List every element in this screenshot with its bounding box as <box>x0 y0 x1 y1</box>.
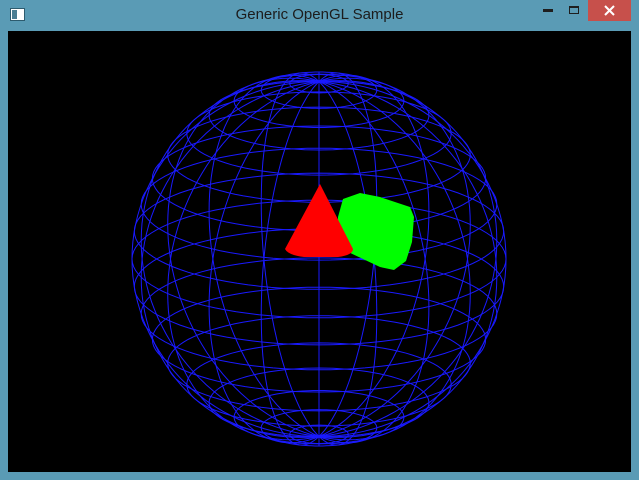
minimize-button[interactable] <box>535 0 561 21</box>
wireframe-sphere <box>131 71 507 447</box>
title-bar[interactable]: Generic OpenGL Sample <box>0 0 639 31</box>
minimize-icon <box>543 9 553 12</box>
close-icon <box>604 5 615 16</box>
maximize-icon <box>569 6 579 14</box>
maximize-button[interactable] <box>561 0 587 21</box>
gl-viewport[interactable] <box>8 31 631 472</box>
scene-canvas <box>131 71 507 447</box>
opengl-window: Generic OpenGL Sample <box>0 0 639 480</box>
close-button[interactable] <box>588 0 631 21</box>
